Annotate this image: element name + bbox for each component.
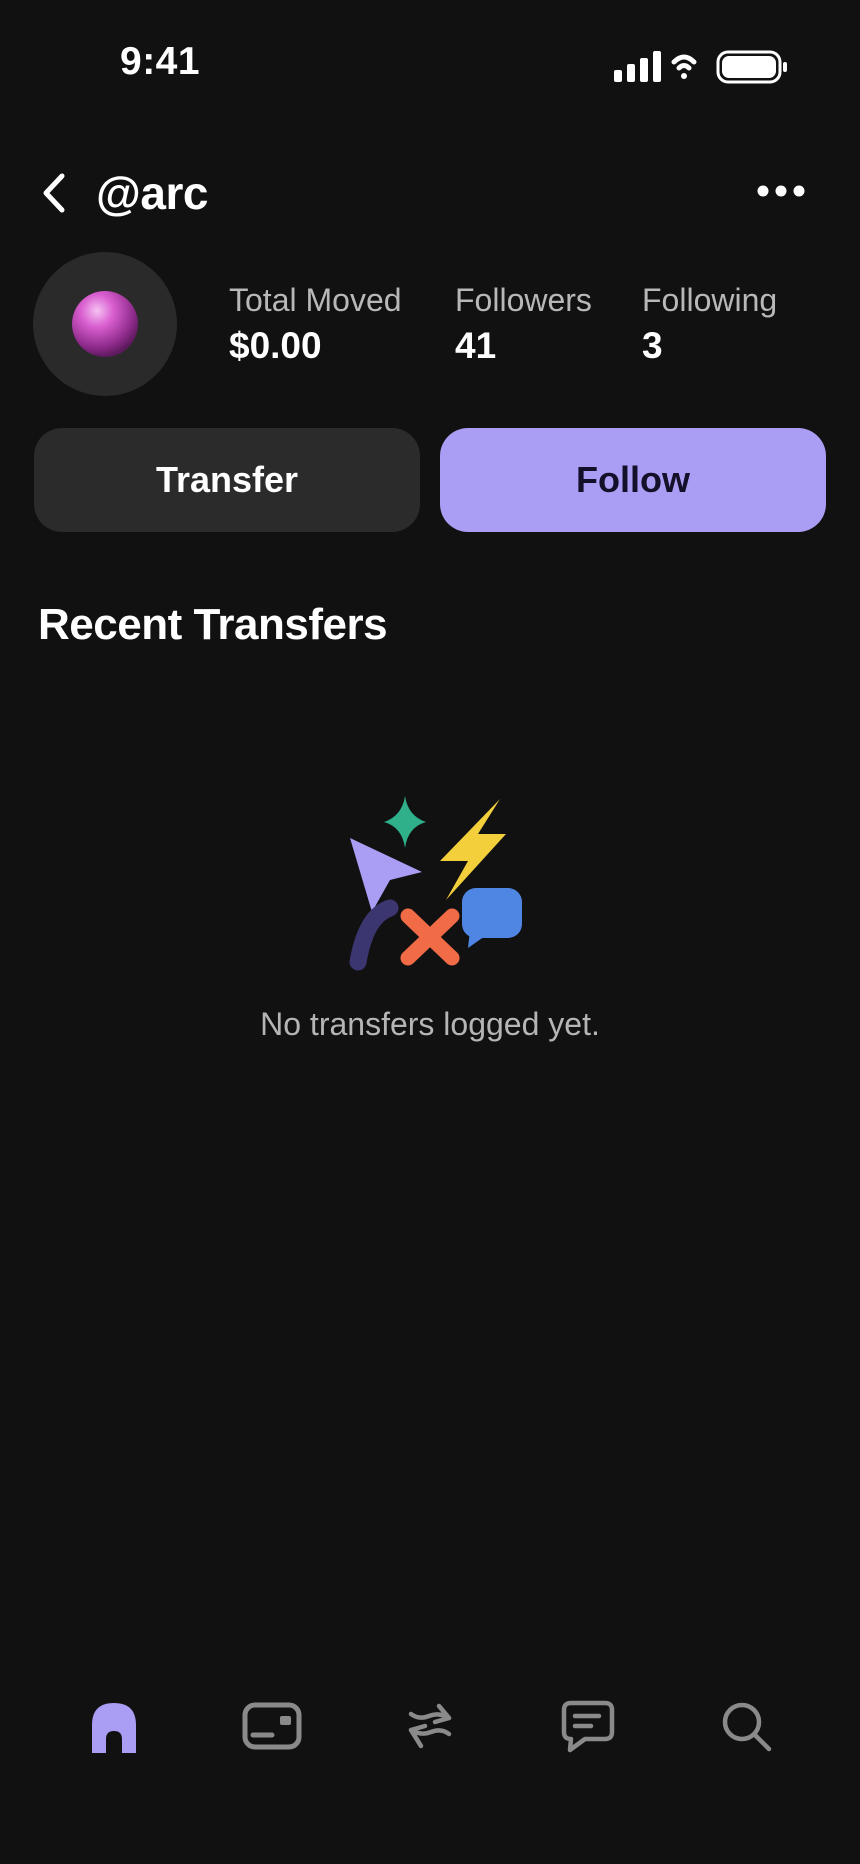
search-icon xyxy=(722,1702,772,1752)
card-icon xyxy=(242,1702,302,1750)
stat-value: $0.00 xyxy=(229,325,322,366)
tab-home[interactable] xyxy=(84,1696,144,1756)
empty-state-illustration xyxy=(340,796,530,976)
tab-transfer[interactable] xyxy=(400,1696,460,1756)
ellipsis-icon xyxy=(757,185,805,197)
wifi-icon xyxy=(671,54,697,79)
empty-state-message: No transfers logged yet. xyxy=(260,1006,600,1042)
home-icon xyxy=(92,1703,136,1753)
lightning-icon xyxy=(440,799,506,900)
battery-icon xyxy=(716,50,787,84)
chevron-left-icon xyxy=(43,173,65,213)
tab-card[interactable] xyxy=(242,1696,302,1756)
stat-value: 3 xyxy=(642,325,663,366)
follow-button[interactable]: Follow xyxy=(440,428,826,532)
status-icons xyxy=(612,48,792,88)
stat-total-moved: Total Moved $0.00 xyxy=(229,282,402,367)
stat-following[interactable]: Following 3 xyxy=(642,282,777,367)
x-mark-icon xyxy=(400,908,460,966)
stat-label: Following xyxy=(642,282,778,318)
transfer-arrows-icon xyxy=(408,1703,452,1749)
avatar xyxy=(33,252,177,396)
stat-followers[interactable]: Followers 41 xyxy=(455,282,592,367)
purple-sphere-avatar-icon xyxy=(72,291,138,357)
transfer-button[interactable]: Transfer xyxy=(34,428,420,532)
tab-search[interactable] xyxy=(716,1696,776,1756)
tab-messages[interactable] xyxy=(558,1696,618,1756)
chat-bubble-icon xyxy=(462,888,522,948)
stat-value: 41 xyxy=(455,325,497,366)
sparkle-icon xyxy=(384,796,426,848)
back-button[interactable] xyxy=(36,168,72,218)
stat-label: Followers xyxy=(455,282,592,318)
more-options-button[interactable] xyxy=(756,178,806,204)
profile-handle: @arc xyxy=(96,167,208,219)
status-time: 9:41 xyxy=(120,40,201,83)
section-title: Recent Transfers xyxy=(38,600,388,649)
chat-icon xyxy=(561,1700,615,1753)
curve-stroke-icon xyxy=(349,899,399,971)
stat-label: Total Moved xyxy=(229,282,402,318)
cellular-signal-icon xyxy=(614,51,661,82)
